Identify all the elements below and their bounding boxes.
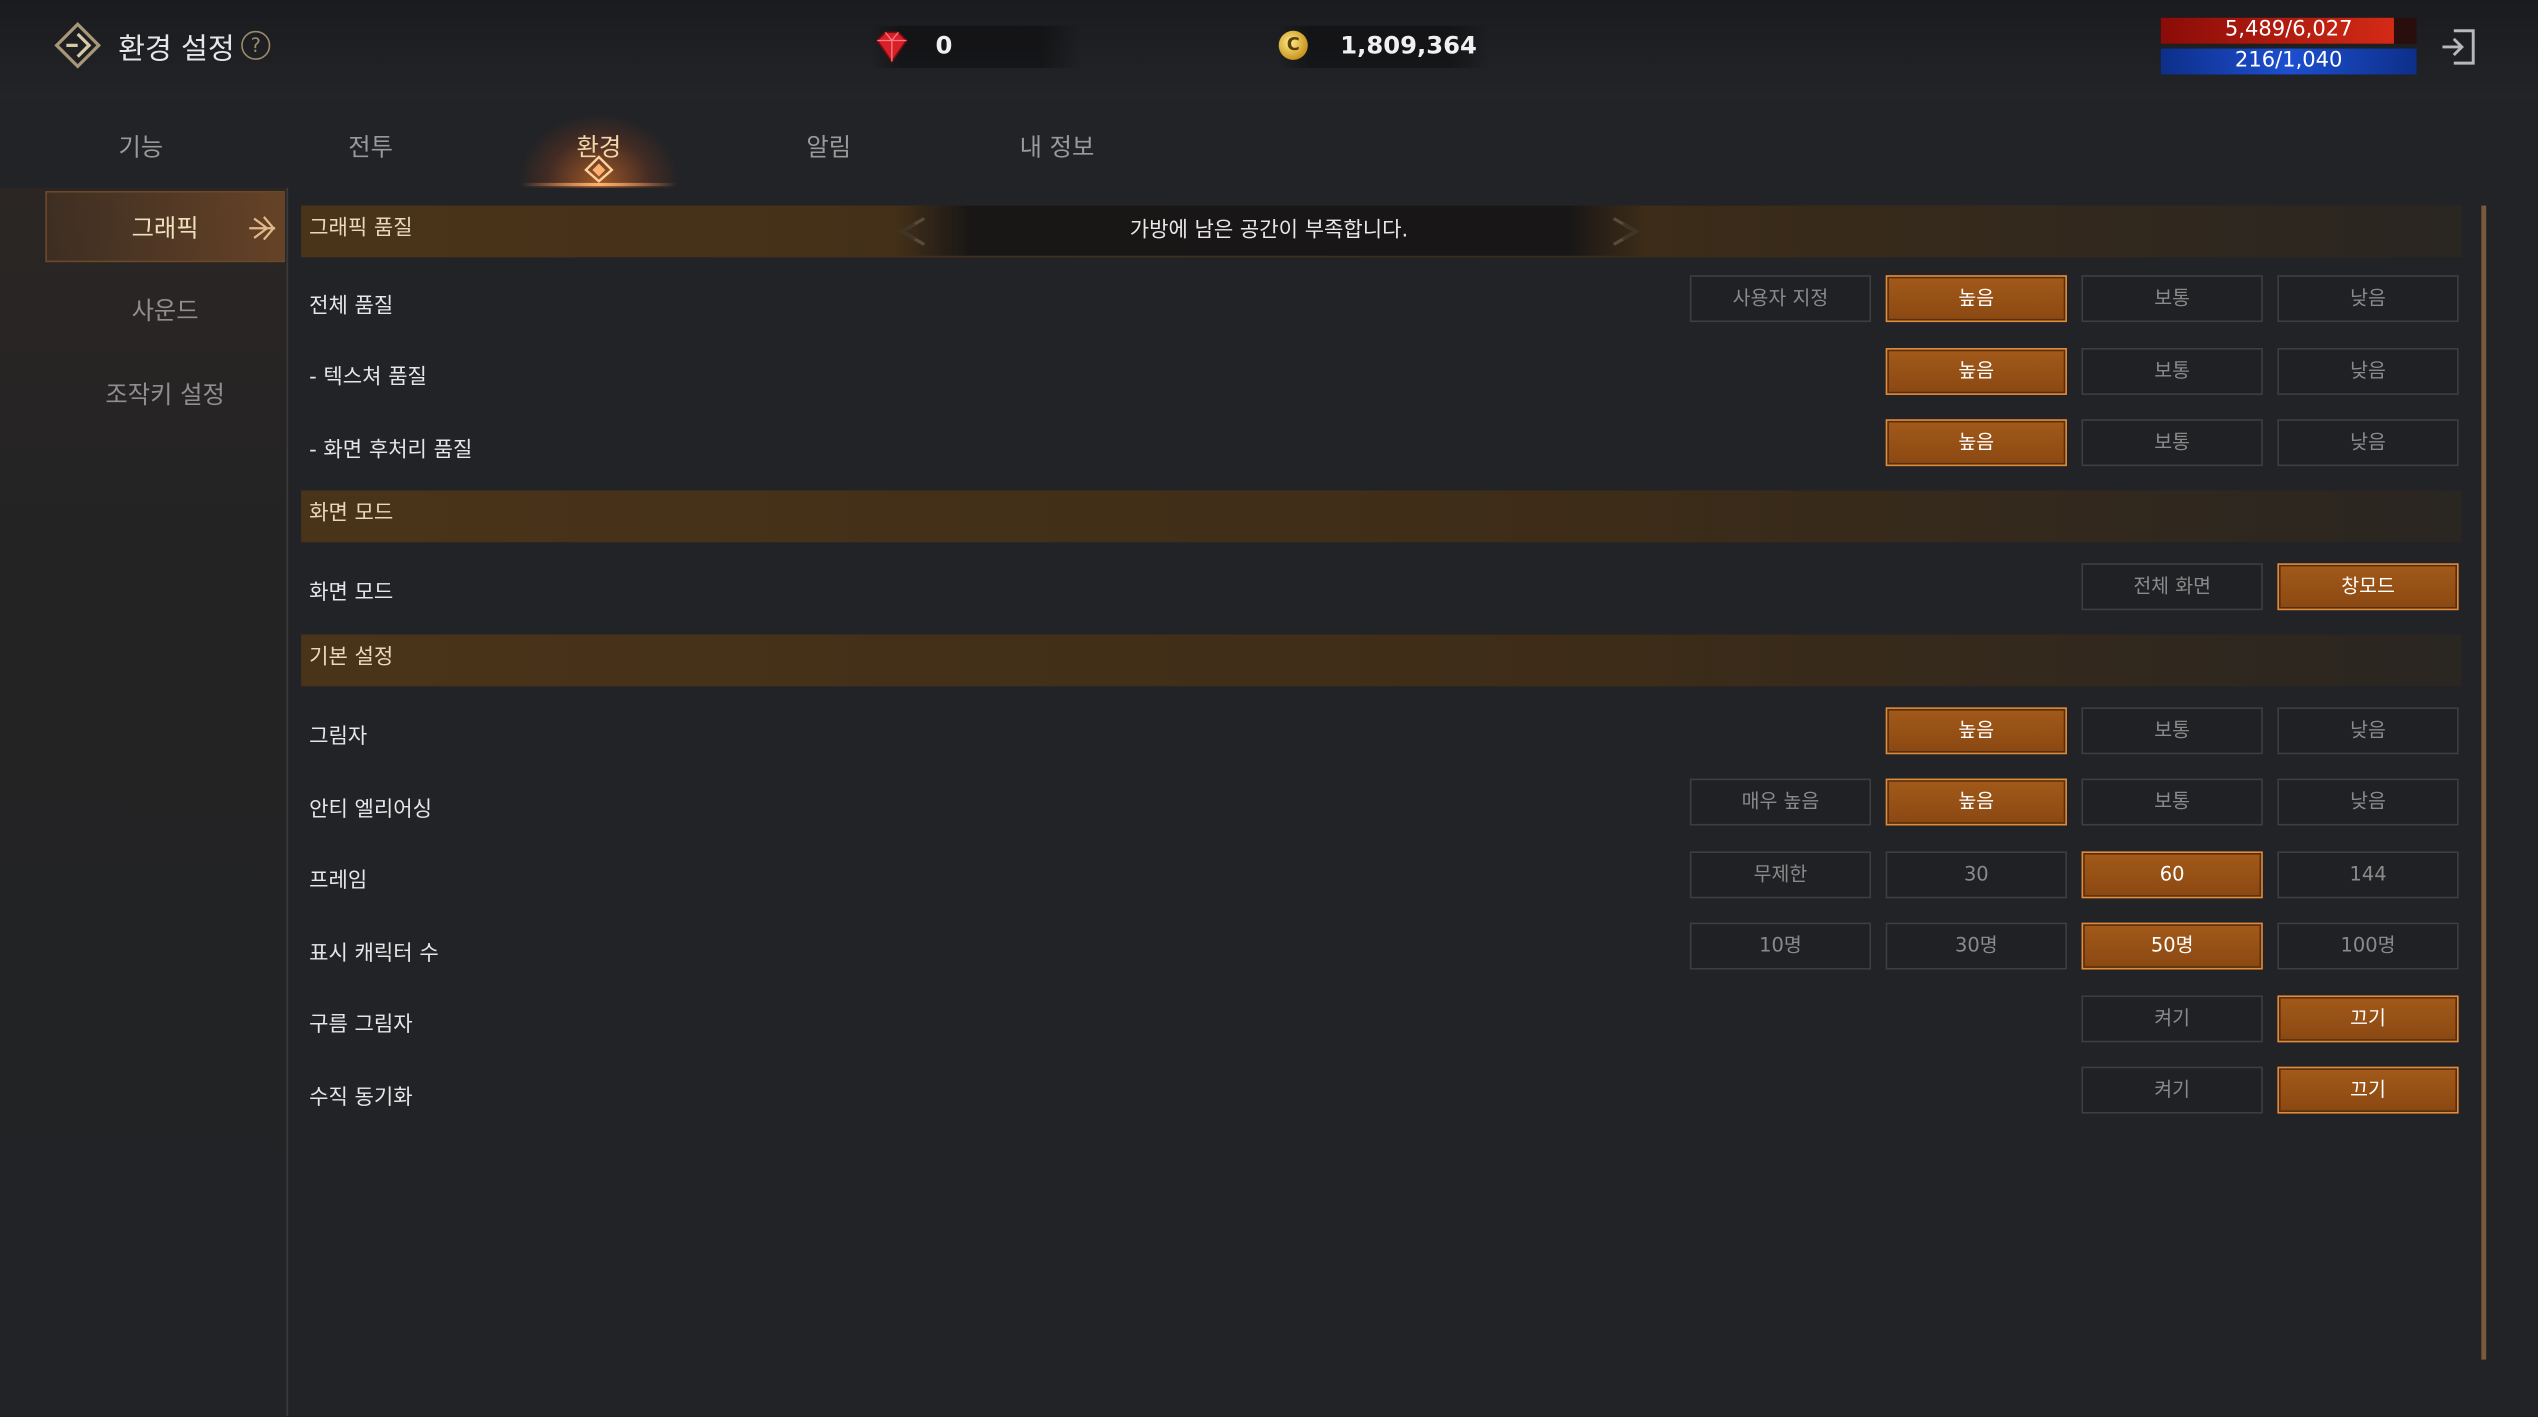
option-cloud-off[interactable]: 끄기 [2277, 995, 2459, 1043]
toast-message: 가방에 남은 공간이 부족합니다. [1129, 218, 1409, 243]
help-icon[interactable]: ? [241, 30, 271, 60]
row-label-cloud-shadow: 구름 그림자 [309, 1013, 413, 1038]
option-frame-144[interactable]: 144 [2277, 851, 2459, 899]
tab-bar: 기능 전투 환경 알림 내 정보 [0, 100, 2538, 187]
row-label-texture-quality: - 텍스쳐 품질 [309, 365, 427, 391]
row-label-anti-aliasing: 안티 엘리어싱 [309, 797, 433, 823]
hp-text: 5,489/6,027 [2224, 17, 2353, 43]
option-chars-100[interactable]: 100명 [2277, 922, 2459, 970]
option-chars-50[interactable]: 50명 [2081, 922, 2263, 970]
section-basic-settings: 기본 설정 [301, 634, 2462, 687]
gem-currency: 0 [870, 25, 1082, 68]
gold-amount: 1,809,364 [1340, 30, 1477, 60]
option-chars-10[interactable]: 10명 [1689, 922, 1872, 970]
settings-window: 환경 설정 ? 0 C 1,809,364 5,489/6,027 216/1,… [0, 0, 2538, 1417]
option-aa-high[interactable]: 높음 [1885, 778, 2067, 826]
ruby-gem-icon [876, 31, 908, 63]
sidebar: 그래픽 사운드 조작키 설정 [0, 187, 289, 1417]
exit-icon[interactable] [2438, 26, 2480, 68]
option-shadow-high[interactable]: 높음 [1885, 707, 2067, 755]
tab-my-info[interactable]: 내 정보 [976, 129, 1138, 163]
option-fullscreen[interactable]: 전체 화면 [2081, 563, 2263, 611]
tab-combat[interactable]: 전투 [290, 129, 452, 163]
sidebar-item-controls[interactable]: 조작키 설정 [45, 359, 285, 430]
option-frame-30[interactable]: 30 [1885, 851, 2067, 899]
option-frame-60[interactable]: 60 [2081, 851, 2263, 899]
sidebar-item-graphics[interactable]: 그래픽 [45, 190, 285, 263]
option-texture-medium[interactable]: 보통 [2081, 347, 2263, 395]
row-label-screen-mode: 화면 모드 [309, 581, 394, 606]
gold-currency: C 1,809,364 [1278, 25, 1490, 68]
toast-right-ornament-icon [1612, 217, 1640, 246]
option-overall-low[interactable]: 낮음 [2277, 275, 2459, 323]
option-post-high[interactable]: 높음 [1885, 419, 2067, 467]
option-aa-very-high[interactable]: 매우 높음 [1689, 778, 1872, 826]
crossed-swords-icon [249, 216, 276, 241]
tab-notification[interactable]: 알림 [748, 129, 910, 163]
option-shadow-medium[interactable]: 보통 [2081, 707, 2263, 755]
content-scrollbar[interactable] [2481, 205, 2487, 1360]
sidebar-item-label: 그래픽 [131, 213, 199, 243]
section-screen-mode: 화면 모드 [301, 490, 2462, 543]
option-chars-30[interactable]: 30명 [1885, 922, 2067, 970]
option-overall-medium[interactable]: 보통 [2081, 275, 2263, 323]
option-aa-low[interactable]: 낮음 [2277, 778, 2459, 826]
option-windowed[interactable]: 창모드 [2277, 563, 2459, 611]
sidebar-item-sound[interactable]: 사운드 [45, 275, 285, 346]
option-post-medium[interactable]: 보통 [2081, 419, 2263, 467]
tab-environment[interactable]: 환경 [518, 129, 680, 163]
top-bar: 환경 설정 ? 0 C 1,809,364 5,489/6,027 216/1,… [0, 0, 2538, 101]
row-label-overall-quality: 전체 품질 [309, 294, 394, 319]
gem-count: 0 [935, 30, 953, 60]
row-label-frame: 프레임 [309, 869, 368, 894]
inventory-full-toast: 가방에 남은 공간이 부족합니다. [895, 205, 1643, 256]
option-shadow-low[interactable]: 낮음 [2277, 707, 2459, 755]
tab-function[interactable]: 기능 [60, 129, 222, 163]
row-label-vsync: 수직 동기화 [309, 1086, 413, 1111]
option-overall-high[interactable]: 높음 [1885, 275, 2067, 323]
row-label-post-quality: - 화면 후처리 품질 [309, 438, 473, 463]
option-cloud-on[interactable]: 켜기 [2081, 995, 2263, 1043]
option-overall-custom[interactable]: 사용자 지정 [1689, 275, 1872, 323]
toast-left-ornament-icon [898, 217, 926, 246]
row-label-shadow: 그림자 [309, 725, 368, 750]
row-label-display-characters: 표시 캐릭터 수 [309, 942, 439, 967]
page-title: 환경 설정 [118, 32, 235, 67]
gold-coin-icon: C [1278, 30, 1308, 60]
mp-bar: 216/1,040 [2160, 48, 2417, 75]
option-post-low[interactable]: 낮음 [2277, 419, 2459, 467]
option-texture-low[interactable]: 낮음 [2277, 347, 2459, 395]
game-logo-icon [54, 21, 102, 69]
option-vsync-off[interactable]: 끄기 [2277, 1066, 2459, 1114]
mp-text: 216/1,040 [2234, 48, 2343, 73]
option-texture-high[interactable]: 높음 [1885, 347, 2067, 395]
option-frame-unlimited[interactable]: 무제한 [1689, 851, 1872, 899]
option-vsync-on[interactable]: 켜기 [2081, 1066, 2263, 1114]
option-aa-medium[interactable]: 보통 [2081, 778, 2263, 826]
hp-bar: 5,489/6,027 [2160, 17, 2417, 44]
